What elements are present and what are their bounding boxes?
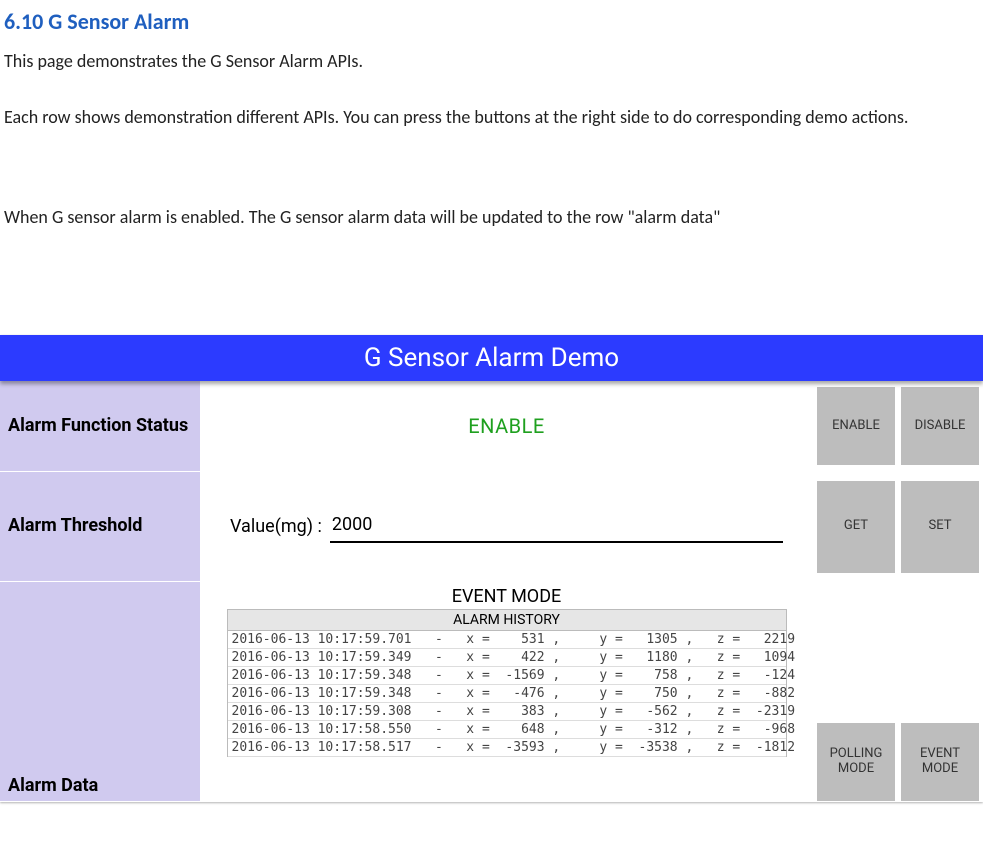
enable-button[interactable]: ENABLE	[817, 387, 895, 465]
event-mode-button[interactable]: EVENT MODE	[901, 723, 979, 801]
alarm-data-area: EVENT MODE ALARM HISTORY 2016-06-13 10:1…	[200, 582, 813, 801]
polling-mode-button[interactable]: POLLING MODE	[817, 723, 895, 801]
section-heading: 6.10 G Sensor Alarm	[4, 0, 983, 39]
row-alarm-data: Alarm Data EVENT MODE ALARM HISTORY 2016…	[0, 582, 983, 802]
threshold-input[interactable]	[330, 510, 783, 543]
alarm-history-row: 2016-06-13 10:17:58.550 - x = 648 , y = …	[228, 721, 786, 739]
row-alarm-threshold: Alarm Threshold Value(mg) : GET SET	[0, 472, 983, 582]
alarm-history-row: 2016-06-13 10:17:59.308 - x = 383 , y = …	[228, 703, 786, 721]
row-label-status: Alarm Function Status	[0, 381, 200, 471]
alarm-history-row: 2016-06-13 10:17:59.349 - x = 422 , y = …	[228, 649, 786, 667]
status-value: ENABLE	[468, 414, 544, 438]
intro-paragraph-2: Each row shows demonstration different A…	[4, 99, 979, 135]
row-label-threshold: Alarm Threshold	[0, 472, 200, 581]
alarm-history-row: 2016-06-13 10:17:59.348 - x = -476 , y =…	[228, 685, 786, 703]
alarm-history-row: 2016-06-13 10:17:59.701 - x = 531 , y = …	[228, 631, 786, 649]
alarm-history-row: 2016-06-13 10:17:58.517 - x = -3593 , y …	[228, 739, 786, 757]
intro-paragraph-3: When G sensor alarm is enabled. The G se…	[4, 199, 979, 235]
app-screenshot: G Sensor Alarm Demo Alarm Function Statu…	[0, 335, 983, 802]
threshold-field-label: Value(mg) :	[230, 516, 322, 537]
threshold-value-area: Value(mg) :	[200, 472, 813, 581]
app-title: G Sensor Alarm Demo	[0, 335, 983, 381]
get-button[interactable]: GET	[817, 481, 895, 573]
set-button[interactable]: SET	[901, 481, 979, 573]
row-alarm-status: Alarm Function Status ENABLE ENABLE DISA…	[0, 381, 983, 472]
alarm-history-header: ALARM HISTORY	[227, 609, 787, 631]
alarm-history-row: 2016-06-13 10:17:59.348 - x = -1569 , y …	[228, 667, 786, 685]
status-value-area: ENABLE	[200, 381, 813, 471]
intro-paragraph-1: This page demonstrates the G Sensor Alar…	[4, 43, 979, 79]
alarm-mode-title: EVENT MODE	[452, 586, 562, 607]
alarm-history-body: 2016-06-13 10:17:59.701 - x = 531 , y = …	[227, 631, 787, 757]
row-label-data: Alarm Data	[0, 582, 200, 801]
disable-button[interactable]: DISABLE	[901, 387, 979, 465]
